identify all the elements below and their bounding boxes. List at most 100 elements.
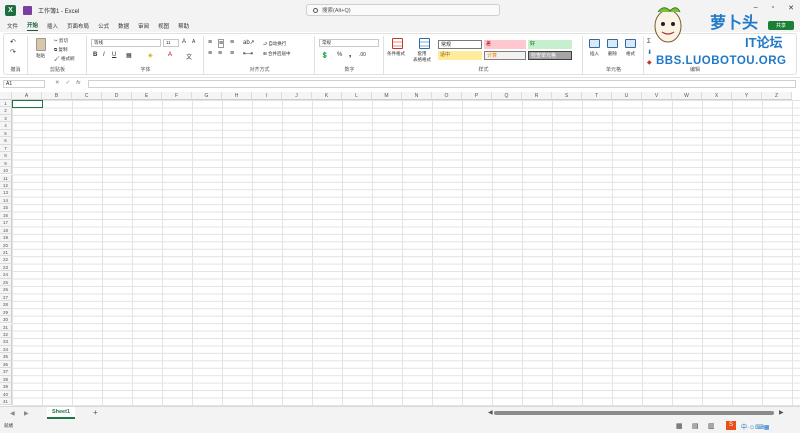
comma-icon[interactable]: ❟ xyxy=(349,52,351,59)
style-good[interactable]: 好 xyxy=(528,40,572,49)
column-header[interactable]: D xyxy=(102,92,132,100)
format-painter-button[interactable]: 🖌 格式刷 xyxy=(54,56,74,62)
row-header[interactable]: 22 xyxy=(0,256,12,264)
column-header[interactable]: Y xyxy=(732,92,762,100)
sheet-tab[interactable]: Sheet1 xyxy=(47,407,75,419)
column-header[interactable]: R xyxy=(522,92,552,100)
row-header[interactable]: 12 xyxy=(0,181,12,190)
paste-icon[interactable] xyxy=(36,38,46,51)
row-header[interactable]: 28 xyxy=(0,301,12,309)
column-header[interactable]: J xyxy=(282,92,312,100)
shrink-font-icon[interactable]: A xyxy=(192,39,195,45)
row-header[interactable]: 14 xyxy=(0,196,12,205)
row-header[interactable]: 35 xyxy=(0,353,12,361)
row-header[interactable]: 38 xyxy=(0,375,12,384)
column-header[interactable]: U xyxy=(612,92,642,100)
row-header[interactable]: 3 xyxy=(0,114,12,123)
row-header[interactable]: 7 xyxy=(0,144,12,153)
column-header[interactable]: P xyxy=(462,92,492,100)
fx-icon[interactable]: fx xyxy=(76,80,80,86)
search-input[interactable]: 搜索(Alt+Q) xyxy=(306,4,500,16)
style-normal[interactable]: 常规 xyxy=(438,40,482,49)
row-header[interactable]: 31 xyxy=(0,323,12,331)
row-header[interactable]: 34 xyxy=(0,345,12,354)
tab-formulas[interactable]: 公式 xyxy=(98,22,109,30)
tab-help[interactable]: 帮助 xyxy=(178,22,189,30)
orientation-icon[interactable]: ab↗ xyxy=(243,39,255,46)
grow-font-icon[interactable]: A xyxy=(182,39,186,45)
column-header[interactable]: B xyxy=(42,92,72,100)
column-header[interactable]: E xyxy=(132,92,162,100)
column-header[interactable]: C xyxy=(72,92,102,100)
row-header[interactable]: 21 xyxy=(0,249,12,257)
column-header[interactable]: K xyxy=(312,92,342,100)
phonetic-icon[interactable]: 文 xyxy=(186,52,192,61)
cell-area[interactable] xyxy=(12,100,800,406)
align-right-icon[interactable]: ≡ xyxy=(230,50,234,57)
font-name-dropdown[interactable]: 等线 xyxy=(91,39,161,47)
align-left-icon[interactable]: ≡ xyxy=(208,50,212,57)
tab-insert[interactable]: 插入 xyxy=(47,22,58,30)
scroll-left-icon[interactable]: ◀ xyxy=(488,409,493,416)
column-header[interactable]: M xyxy=(372,92,402,100)
style-calculation[interactable]: 计算 xyxy=(484,51,526,60)
page-layout-icon[interactable]: ▤ xyxy=(692,422,699,430)
column-header[interactable]: T xyxy=(582,92,612,100)
row-header[interactable]: 2 xyxy=(0,107,12,115)
number-format-dropdown[interactable]: 常规 xyxy=(319,39,379,47)
decimal-icon[interactable]: .00 xyxy=(359,52,366,58)
align-middle-icon[interactable]: ≡ xyxy=(218,39,225,48)
column-header[interactable]: A xyxy=(12,92,42,100)
column-header[interactable]: W xyxy=(672,92,702,100)
row-header[interactable]: 39 xyxy=(0,383,12,391)
scroll-right-icon[interactable]: ▶ xyxy=(779,409,784,416)
tab-data[interactable]: 数据 xyxy=(118,22,129,30)
row-header[interactable]: 4 xyxy=(0,122,12,130)
column-header[interactable]: H xyxy=(222,92,252,100)
borders-icon[interactable]: ▦ xyxy=(126,52,132,59)
wrap-text-button[interactable]: ⮐ 自动换行 xyxy=(263,40,286,48)
column-header[interactable]: G xyxy=(192,92,222,100)
row-header[interactable]: 16 xyxy=(0,211,12,220)
tab-file[interactable]: 文件 xyxy=(7,22,18,30)
next-sheet-icon[interactable]: ▶ xyxy=(24,410,29,417)
column-header[interactable]: V xyxy=(642,92,672,100)
style-neutral[interactable]: 适中 xyxy=(438,51,482,60)
row-header[interactable]: 9 xyxy=(0,159,12,168)
format-cells-icon[interactable] xyxy=(625,39,636,48)
column-header[interactable]: L xyxy=(342,92,372,100)
bold-icon[interactable]: B xyxy=(93,52,97,58)
insert-cells-icon[interactable] xyxy=(589,39,600,48)
horizontal-scrollbar[interactable] xyxy=(494,411,774,415)
style-check-cell[interactable]: 检查单元格 xyxy=(528,51,572,60)
merge-center-button[interactable]: ⊞ 合并后居中 xyxy=(263,51,291,57)
column-header[interactable]: S xyxy=(552,92,582,100)
row-header[interactable]: 37 xyxy=(0,368,12,376)
row-header[interactable]: 5 xyxy=(0,129,12,138)
row-header[interactable]: 23 xyxy=(0,263,12,272)
currency-icon[interactable]: 💲 xyxy=(321,52,328,59)
column-header[interactable]: X xyxy=(702,92,732,100)
copy-button[interactable]: ⧉ 复制 xyxy=(54,47,67,53)
select-all-corner[interactable] xyxy=(0,92,12,100)
delete-cells-icon[interactable] xyxy=(607,39,618,48)
row-header[interactable]: 40 xyxy=(0,390,12,398)
tab-page-layout[interactable]: 页面布局 xyxy=(67,22,89,30)
italic-icon[interactable]: I xyxy=(103,52,105,58)
row-header[interactable]: 17 xyxy=(0,219,12,227)
fill-color-icon[interactable]: ◈ xyxy=(148,52,153,59)
page-break-icon[interactable]: ▥ xyxy=(708,422,715,430)
ime-mode-icon[interactable]: 中·☺⌨▦ xyxy=(741,422,769,431)
tab-home[interactable]: 开始 xyxy=(27,21,39,31)
row-header[interactable]: 32 xyxy=(0,330,12,339)
underline-icon[interactable]: U xyxy=(112,52,116,58)
row-header[interactable]: 1 xyxy=(0,100,12,108)
row-header[interactable]: 33 xyxy=(0,338,12,346)
prev-sheet-icon[interactable]: ◀ xyxy=(10,410,15,417)
ime-icon[interactable]: S xyxy=(726,421,736,430)
row-header[interactable]: 8 xyxy=(0,152,12,160)
enter-icon[interactable]: ✓ xyxy=(66,80,71,86)
font-size-dropdown[interactable]: 11 xyxy=(163,39,179,47)
redo-icon[interactable]: ↷ xyxy=(10,48,16,56)
row-header[interactable]: 36 xyxy=(0,360,12,369)
